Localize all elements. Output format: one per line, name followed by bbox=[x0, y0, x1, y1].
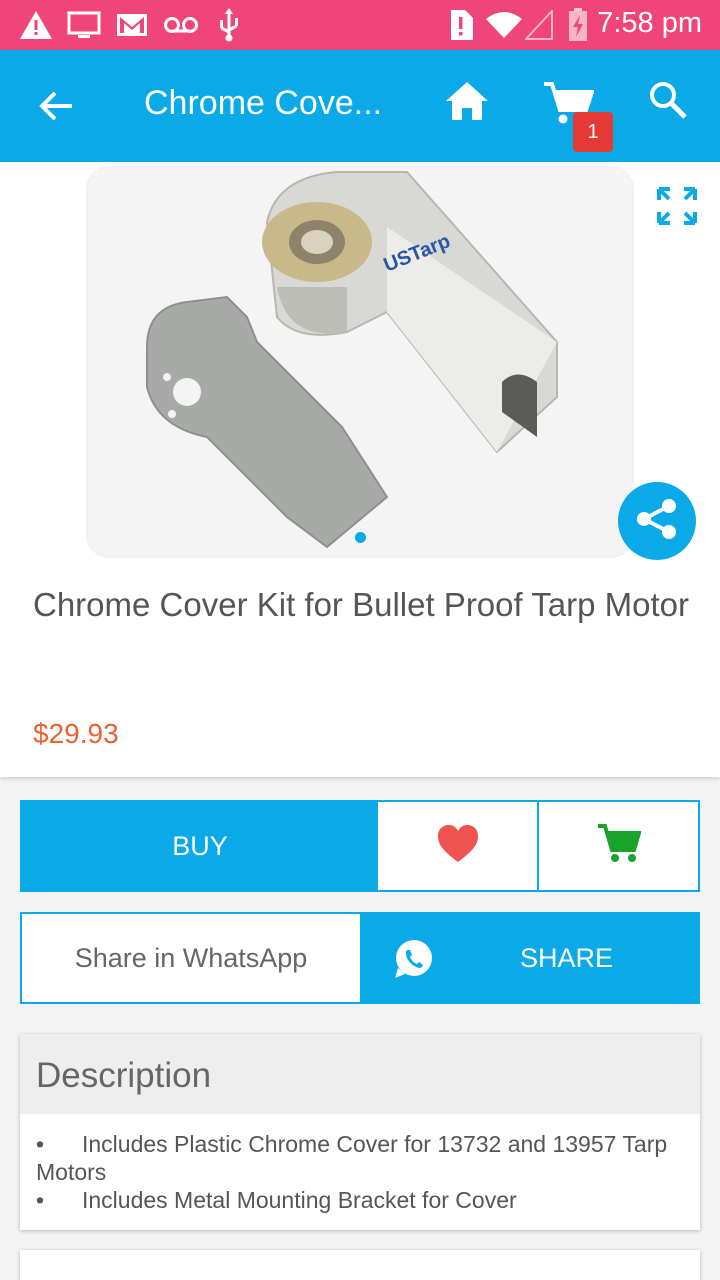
search-icon[interactable] bbox=[648, 80, 698, 130]
list-item: • Includes Plastic Chrome Cover for 13732… bbox=[36, 1130, 686, 1186]
product-price: $29.93 bbox=[33, 718, 119, 749]
app-bar: Chrome Cove... 1 bbox=[0, 50, 720, 162]
product-title: Chrome Cover Kit for Bullet Proof Tarp M… bbox=[33, 586, 689, 623]
description-list: • Includes Plastic Chrome Cover for 13732… bbox=[36, 1130, 686, 1214]
add-to-cart-button[interactable] bbox=[539, 802, 698, 890]
share-actions: Share in WhatsApp SHARE bbox=[20, 912, 700, 1004]
share-button-label: SHARE bbox=[520, 942, 614, 973]
share-icon bbox=[635, 497, 679, 546]
battery-charging-icon bbox=[566, 8, 590, 42]
product-image[interactable]: USTarp bbox=[86, 166, 634, 558]
gmail-icon bbox=[114, 8, 150, 42]
cart-count-badge: 1 bbox=[573, 112, 613, 152]
alert-sim-icon bbox=[446, 8, 476, 42]
screen-icon bbox=[66, 8, 102, 42]
cart-icon bbox=[597, 823, 642, 870]
bullet: • bbox=[36, 1131, 45, 1157]
description-card: Description • Includes Plastic Chrome Cov… bbox=[20, 1034, 700, 1230]
list-item-text: Includes Plastic Chrome Cover for 13732 … bbox=[36, 1131, 668, 1185]
list-item: • Includes Metal Mounting Bracket for Cov… bbox=[36, 1186, 686, 1214]
purchase-actions: BUY bbox=[20, 800, 700, 892]
signal-icon bbox=[524, 8, 554, 42]
description-heading: Description bbox=[36, 1056, 212, 1095]
whatsapp-icon bbox=[392, 938, 434, 980]
bullet: • bbox=[36, 1187, 45, 1213]
description-header: Description bbox=[20, 1034, 700, 1114]
page-title: Chrome Cove... bbox=[144, 84, 383, 122]
usb-icon bbox=[214, 8, 244, 42]
home-icon[interactable] bbox=[444, 80, 494, 130]
status-time: 7:58 pm bbox=[597, 7, 702, 39]
list-item-text: Includes Metal Mounting Bracket for Cove… bbox=[82, 1187, 517, 1213]
share-fab[interactable] bbox=[618, 482, 696, 560]
product-card: USTarp Chrome Cover Kit for Bullet Proof… bbox=[0, 162, 720, 777]
voicemail-icon bbox=[162, 8, 200, 42]
screen: 7:58 pm Chrome Cove... 1 USTarp Chrome C… bbox=[0, 0, 720, 1280]
expand-icon[interactable] bbox=[656, 186, 698, 226]
heart-icon bbox=[436, 824, 480, 869]
share-whatsapp-button[interactable]: Share in WhatsApp bbox=[22, 914, 360, 1002]
back-arrow-icon[interactable] bbox=[30, 80, 82, 132]
warning-icon bbox=[18, 8, 54, 42]
wifi-icon bbox=[484, 8, 524, 42]
status-bar: 7:58 pm bbox=[0, 0, 720, 50]
share-button[interactable]: SHARE bbox=[360, 914, 698, 1002]
carousel-indicator bbox=[355, 532, 366, 543]
favorite-button[interactable] bbox=[378, 802, 539, 890]
buy-button[interactable]: BUY bbox=[22, 802, 378, 890]
next-section-card bbox=[20, 1250, 700, 1280]
